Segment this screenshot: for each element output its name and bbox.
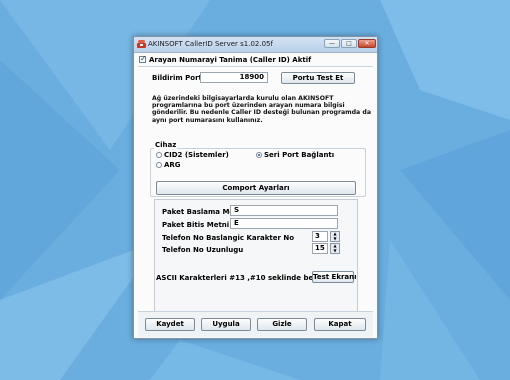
- checkbox-box[interactable]: ✓: [139, 54, 147, 63]
- minimize-button[interactable]: —: [324, 39, 340, 48]
- callerid-server-window: AKINSOFT CallerID Server s1.02.05f — □ ✕…: [133, 36, 378, 339]
- phone-start-label: Telefon No Baslangic Karakter No: [162, 234, 295, 242]
- spin-down-icon[interactable]: ▼: [333, 248, 336, 253]
- radio-label: CID2 (Sistemler): [164, 151, 229, 159]
- port-description: Ağ üzerindeki bilgisayarlarda kurulu ola…: [152, 95, 371, 124]
- end-text-input[interactable]: E: [230, 218, 338, 229]
- spin-down-icon[interactable]: ▼: [333, 236, 336, 241]
- close-icon: ✕: [364, 40, 370, 47]
- phone-length-label: Telefon No Uzunlugu: [162, 246, 244, 254]
- phone-start-spinner[interactable]: ▲ ▼: [330, 231, 340, 242]
- radio-label: ARG: [164, 161, 181, 169]
- radio-button-selected[interactable]: [256, 152, 262, 158]
- radio-button[interactable]: [156, 152, 162, 158]
- maximize-button[interactable]: □: [341, 39, 357, 48]
- hide-button[interactable]: Gizle: [257, 318, 307, 331]
- apply-button[interactable]: Uygula: [201, 318, 251, 331]
- phone-length-input[interactable]: 15: [312, 243, 328, 254]
- window-title: AKINSOFT CallerID Server s1.02.05f: [148, 40, 273, 48]
- checkmark-icon: ✓: [140, 54, 147, 63]
- notification-port-label: Bildirim Portu: [152, 74, 207, 82]
- radio-button[interactable]: [156, 162, 162, 168]
- checkbox-label: Arayan Numarayi Tanima (Caller ID) Aktif: [149, 56, 312, 64]
- telephone-icon: [137, 40, 146, 48]
- test-port-button[interactable]: Portu Test Et: [281, 72, 355, 84]
- notification-port-input[interactable]: 18900: [200, 72, 268, 83]
- start-text-input[interactable]: S: [230, 205, 338, 216]
- save-button[interactable]: Kaydet: [145, 318, 195, 331]
- radio-cid2[interactable]: CID2 (Sistemler): [156, 151, 229, 159]
- maximize-icon: □: [346, 40, 352, 47]
- device-group-title: Cihaz: [154, 141, 178, 149]
- radio-serial-port[interactable]: Seri Port Bağlantı: [256, 151, 334, 159]
- divider: [138, 66, 373, 67]
- callerid-active-checkbox[interactable]: ✓ Arayan Numarayi Tanima (Caller ID) Akti…: [139, 54, 312, 64]
- radio-arg[interactable]: ARG: [156, 161, 181, 169]
- test-screen-button[interactable]: Test Ekranı: [312, 271, 357, 283]
- minimize-icon: —: [329, 40, 335, 47]
- radio-label: Seri Port Bağlantı: [264, 151, 335, 159]
- close-button[interactable]: Kapat: [314, 318, 366, 331]
- comport-settings-panel: [154, 199, 358, 314]
- comport-settings-button[interactable]: Comport Ayarları: [156, 181, 356, 195]
- end-text-label: Paket Bitis Metni: [162, 221, 230, 229]
- close-window-button[interactable]: ✕: [358, 39, 376, 48]
- phone-start-input[interactable]: 3: [312, 231, 328, 242]
- phone-length-spinner[interactable]: ▲ ▼: [330, 243, 340, 254]
- title-bar[interactable]: AKINSOFT CallerID Server s1.02.05f — □ ✕: [134, 37, 377, 53]
